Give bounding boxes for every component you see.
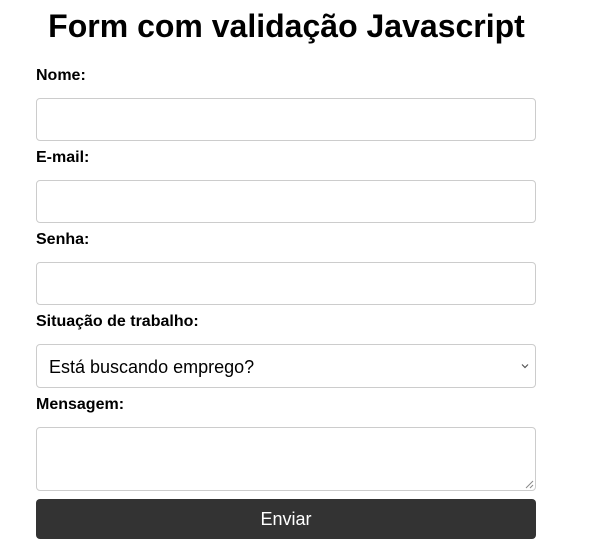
work-status-label: Situação de trabalho: — [36, 313, 199, 330]
work-status-selected-value: Está buscando emprego? — [49, 357, 255, 377]
name-label: Nome: — [36, 67, 86, 84]
password-label: Senha: — [36, 231, 90, 248]
page-title: Form com validação Javascript — [48, 8, 525, 44]
chevron-down-icon — [521, 364, 529, 369]
email-label: E-mail: — [36, 149, 90, 166]
message-label: Mensagem: — [36, 396, 125, 413]
message-textarea[interactable] — [36, 427, 536, 491]
work-status-select[interactable]: Está buscando emprego? — [36, 344, 536, 388]
form-page: Form com validação Javascript Nome: E-ma… — [0, 0, 601, 554]
password-input[interactable] — [36, 262, 536, 305]
submit-button[interactable]: Enviar — [36, 499, 536, 539]
name-input[interactable] — [36, 98, 536, 141]
resize-handle-icon[interactable] — [525, 480, 534, 489]
email-input[interactable] — [36, 180, 536, 223]
